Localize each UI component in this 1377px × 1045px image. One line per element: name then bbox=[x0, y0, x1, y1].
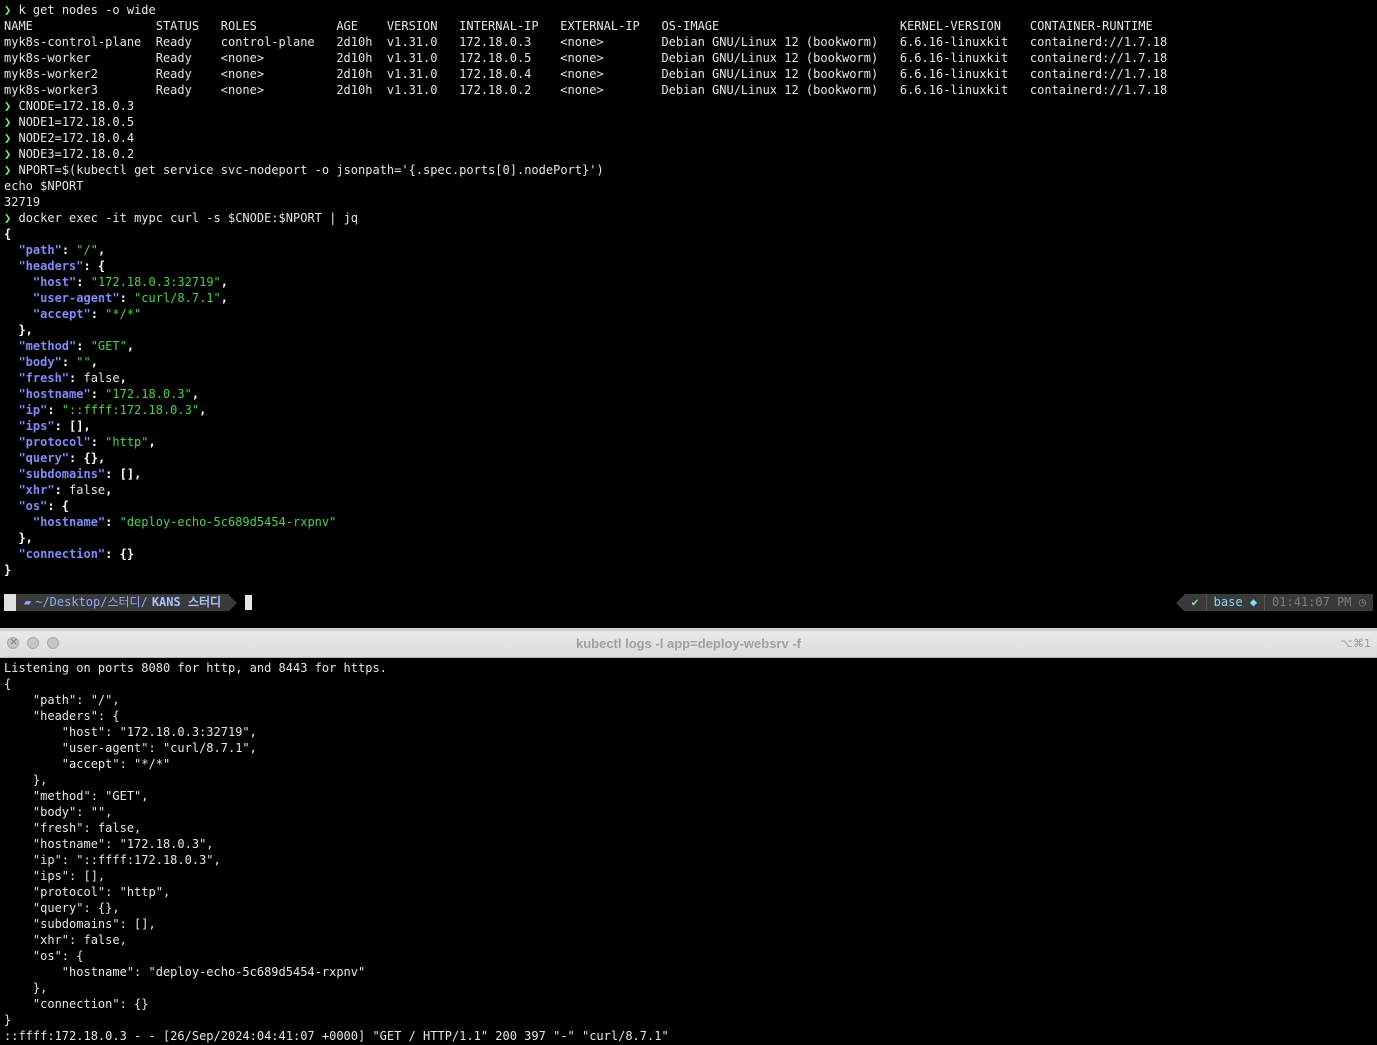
json-line: "hostname": "deploy-echo-5c689d5454-rxpn… bbox=[32, 515, 337, 529]
json-line: }, bbox=[18, 531, 33, 545]
json-line: "accept": "*/*" bbox=[32, 307, 142, 321]
conda-env-segment: base ◆ bbox=[1205, 594, 1265, 611]
json-line: "headers": { bbox=[18, 259, 106, 273]
command-line: ❯ NODE3=172.18.0.2 bbox=[4, 147, 135, 161]
clock-icon: ◷ bbox=[1358, 595, 1366, 609]
powerline-separator-icon bbox=[229, 594, 238, 611]
text-cursor[interactable] bbox=[245, 595, 253, 610]
command-line: ❯ docker exec -it mypc curl -s $CNODE:$N… bbox=[4, 211, 359, 225]
command-line: ❯ NPORT=$(kubectl get service svc-nodepo… bbox=[4, 163, 604, 177]
json-line: "hostname": "172.18.0.3", bbox=[18, 387, 200, 401]
prompt-icon: ❯ bbox=[4, 147, 12, 161]
log-line: }, bbox=[4, 773, 48, 787]
json-line: "os": { bbox=[18, 499, 70, 513]
json-line: { bbox=[4, 227, 12, 241]
log-line: "subdomains": [], bbox=[4, 917, 156, 931]
clock-segment: 01:41:07 PM ◷ bbox=[1264, 594, 1373, 611]
log-line: "path": "/", bbox=[4, 693, 120, 707]
log-line: "host": "172.18.0.3:32719", bbox=[4, 725, 257, 739]
json-line: "subdomains": [], bbox=[18, 467, 142, 481]
bottom-window-titlebar[interactable]: kubectl logs -l app=deploy-websrv -f ⌥⌘1 bbox=[0, 631, 1377, 658]
log-line: "hostname": "deploy-echo-5c689d5454-rxpn… bbox=[4, 965, 366, 979]
command-line: ❯ NODE1=172.18.0.5 bbox=[4, 115, 135, 129]
python-icon: ◆ bbox=[1249, 595, 1258, 609]
log-line: "ip": "::ffff:172.18.0.3", bbox=[4, 853, 221, 867]
table-row: myk8s-worker2 Ready <none> 2d10h v1.31.0… bbox=[4, 67, 1168, 81]
log-line: "ips": [], bbox=[4, 869, 106, 883]
table-row: myk8s-worker Ready <none> 2d10h v1.31.0 … bbox=[4, 51, 1168, 65]
json-line: "connection": {} bbox=[18, 547, 135, 561]
log-line: "connection": {} bbox=[4, 997, 149, 1011]
output-line: echo $NPORT bbox=[4, 179, 84, 193]
log-line: "protocol": "http", bbox=[4, 885, 171, 899]
command-line: ❯ NODE2=172.18.0.4 bbox=[4, 131, 135, 145]
powerline-prompt: ▰ ~/Desktop/스터디/KANS 스터디 bbox=[4, 594, 253, 611]
window-shortcut-label: ⌥⌘1 bbox=[1340, 637, 1371, 650]
apple-icon bbox=[4, 594, 16, 611]
table-row: myk8s-control-plane Ready control-plane … bbox=[4, 35, 1168, 49]
terminal-output: ❯ k get nodes -o wide NAME STATUS ROLES … bbox=[4, 2, 1373, 578]
json-line: "user-agent": "curl/8.7.1", bbox=[32, 291, 228, 305]
json-line: }, bbox=[18, 323, 33, 337]
table-row: myk8s-worker3 Ready <none> 2d10h v1.31.0… bbox=[4, 83, 1168, 97]
json-line: "body": "", bbox=[18, 355, 98, 369]
json-line: } bbox=[4, 563, 12, 577]
prompt-icon: ❯ bbox=[4, 131, 12, 145]
json-line: "protocol": "http", bbox=[18, 435, 156, 449]
json-line: "path": "/", bbox=[18, 243, 106, 257]
log-line: "hostname": "172.18.0.3", bbox=[4, 837, 214, 851]
command-line: ❯ CNODE=172.18.0.3 bbox=[4, 99, 135, 113]
log-line: ::ffff:172.18.0.3 - - [26/Sep/2024:04:41… bbox=[4, 1029, 669, 1043]
json-line: "ips": [], bbox=[18, 419, 91, 433]
command-line: ❯ k get nodes -o wide bbox=[4, 3, 156, 17]
prompt-icon: ❯ bbox=[4, 3, 12, 17]
json-line: "query": {}, bbox=[18, 451, 106, 465]
prompt-icon: ❯ bbox=[4, 99, 12, 113]
prompt-icon: ❯ bbox=[4, 163, 12, 177]
bottom-terminal-pane[interactable]: Listening on ports 8080 for http, and 84… bbox=[0, 658, 1377, 1045]
status-ok-icon: ✔ bbox=[1184, 594, 1206, 611]
log-line: "user-agent": "curl/8.7.1", bbox=[4, 741, 257, 755]
log-line: { bbox=[4, 677, 12, 691]
log-line: "method": "GET", bbox=[4, 789, 149, 803]
table-header: NAME STATUS ROLES AGE VERSION INTERNAL-I… bbox=[4, 19, 1153, 33]
log-line: "xhr": false, bbox=[4, 933, 127, 947]
log-line: "query": {}, bbox=[4, 901, 120, 915]
json-line: "fresh": false, bbox=[18, 371, 127, 385]
log-line: "os": { bbox=[4, 949, 84, 963]
json-line: "ip": "::ffff:172.18.0.3", bbox=[18, 403, 207, 417]
log-line: "accept": "*/*" bbox=[4, 757, 171, 771]
log-line: "fresh": false, bbox=[4, 821, 142, 835]
log-line: "body": "", bbox=[4, 805, 113, 819]
log-line: }, bbox=[4, 981, 48, 995]
log-line: "headers": { bbox=[4, 709, 120, 723]
json-line: "host": "172.18.0.3:32719", bbox=[32, 275, 228, 289]
powerline-right-status: ✔ base ◆ 01:41:07 PM ◷ bbox=[1176, 594, 1373, 611]
powerline-separator-icon bbox=[1176, 594, 1185, 611]
top-terminal-pane[interactable]: ❯ k get nodes -o wide NAME STATUS ROLES … bbox=[0, 0, 1377, 628]
json-line: "method": "GET", bbox=[18, 339, 135, 353]
log-line: } bbox=[4, 1013, 12, 1027]
output-line: 32719 bbox=[4, 195, 41, 209]
json-line: "xhr": false, bbox=[18, 483, 113, 497]
cwd-segment: ▰ ~/Desktop/스터디/KANS 스터디 bbox=[16, 594, 230, 611]
prompt-icon: ❯ bbox=[4, 211, 12, 225]
folder-icon: ▰ bbox=[24, 595, 32, 609]
log-output: Listening on ports 8080 for http, and 84… bbox=[4, 660, 669, 1044]
prompt-icon: ❯ bbox=[4, 115, 12, 129]
window-title: kubectl logs -l app=deploy-websrv -f bbox=[575, 636, 801, 651]
log-line: Listening on ports 8080 for http, and 84… bbox=[4, 661, 387, 675]
